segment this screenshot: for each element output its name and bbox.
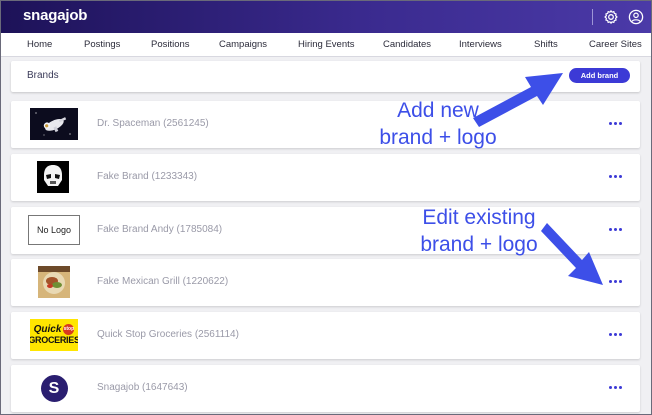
brand-name: Fake Mexican Grill (1220622) — [97, 276, 229, 287]
gear-icon[interactable] — [603, 9, 619, 25]
top-bar-divider — [592, 9, 593, 25]
nav-candidates[interactable]: Candidates — [383, 39, 431, 50]
brand-name: Fake Brand (1233343) — [97, 171, 198, 182]
main-nav: Home Postings Positions Campaigns Hiring… — [1, 33, 651, 57]
app-logo[interactable]: snagajob — [23, 7, 87, 24]
no-logo-text: No Logo — [36, 225, 72, 235]
brand-name: Fake Brand Andy (1785084) — [97, 224, 223, 235]
nav-hiring-events[interactable]: Hiring Events — [298, 39, 355, 50]
user-account-icon[interactable] — [628, 9, 644, 25]
top-bar: snagajob — [1, 1, 651, 33]
astronaut-image — [30, 108, 78, 140]
nav-home[interactable]: Home — [27, 39, 52, 50]
more-options-icon[interactable] — [609, 122, 623, 126]
nav-interviews[interactable]: Interviews — [459, 39, 502, 50]
brand-name: Snagajob (1647643) — [97, 382, 188, 393]
app-window: snagajob Home Postings Positions Campaig… — [0, 0, 652, 415]
nav-postings[interactable]: Postings — [84, 39, 120, 50]
more-options-icon[interactable] — [609, 386, 623, 390]
stormtrooper-image — [37, 161, 69, 193]
brand-name: Dr. Spaceman (2561245) — [97, 118, 209, 129]
brand-row[interactable]: S Snagajob (1647643) — [11, 365, 640, 412]
no-logo-placeholder: No Logo — [28, 215, 80, 245]
food-image — [38, 266, 70, 298]
nav-positions[interactable]: Positions — [151, 39, 190, 50]
snagajob-logo: S — [38, 372, 70, 404]
nav-career-sites[interactable]: Career Sites — [589, 39, 642, 50]
add-brand-button[interactable]: Add brand — [569, 68, 630, 83]
brand-row[interactable]: Quick stop GROCERIES Quick Stop Grocerie… — [11, 312, 640, 359]
arrow-to-edit-brand-icon — [541, 223, 603, 285]
arrow-to-add-brand-icon — [473, 73, 563, 127]
annotation-edit-existing: Edit existing brand + logo — [420, 206, 538, 256]
quick-stop-logo: Quick stop GROCERIES — [30, 319, 78, 351]
brand-row[interactable]: Fake Brand (1233343) — [11, 154, 640, 201]
brand-name: Quick Stop Groceries (2561114) — [97, 329, 239, 340]
more-options-icon[interactable] — [609, 333, 623, 337]
nav-campaigns[interactable]: Campaigns — [219, 39, 267, 50]
nav-shifts[interactable]: Shifts — [534, 39, 558, 50]
page-title: Brands — [27, 70, 59, 81]
more-options-icon[interactable] — [609, 175, 623, 179]
